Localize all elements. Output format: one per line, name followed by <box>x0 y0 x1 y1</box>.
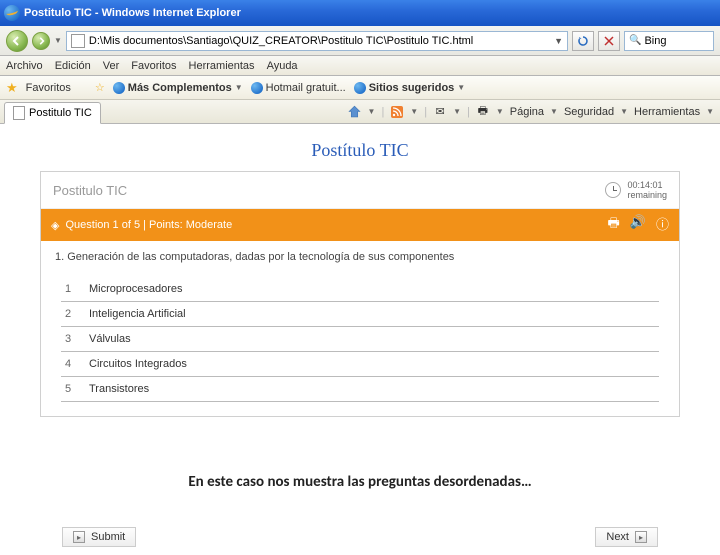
mail-icon[interactable]: ✉ <box>433 105 447 119</box>
address-input[interactable] <box>89 35 550 47</box>
answer-row[interactable]: 1 Microprocesadores <box>61 277 659 302</box>
quiz-main-title: Postítulo TIC <box>40 140 680 161</box>
ie-mini-icon <box>354 82 366 94</box>
ie-mini-icon <box>251 82 263 94</box>
question-counter: Question 1 of 5 | Points: Moderate <box>65 219 232 231</box>
next-button[interactable]: Next ▸ <box>595 527 658 547</box>
chevron-down-icon: ▼ <box>235 83 243 92</box>
chevron-down-icon[interactable]: ▼ <box>706 107 714 116</box>
answers-list: 1 Microprocesadores 2 Inteligencia Artific… <box>41 273 679 416</box>
favbar-hotmail[interactable]: Hotmail gratuit... <box>251 82 346 94</box>
submit-icon: ▸ <box>73 531 85 543</box>
timer-time: 00:14:01 <box>627 180 667 190</box>
address-bar[interactable]: ▼ <box>66 31 568 51</box>
search-input[interactable] <box>644 35 704 47</box>
print-icon[interactable]: 🖶 <box>476 105 490 119</box>
chevron-down-icon[interactable]: ▼ <box>453 107 461 116</box>
answer-row[interactable]: 3 Válvulas <box>61 327 659 352</box>
clock-icon <box>605 182 621 198</box>
home-icon[interactable] <box>348 105 362 119</box>
menu-edicion[interactable]: Edición <box>55 60 91 72</box>
favorites-bar: ★ Favoritos ☆ Más Complementos ▼ Hotmail… <box>0 76 720 100</box>
cmd-seguridad[interactable]: Seguridad <box>564 106 614 118</box>
answer-row[interactable]: 4 Circuitos Integrados <box>61 352 659 377</box>
window-title: Postitulo TIC - Windows Internet Explore… <box>24 7 716 19</box>
answer-num: 4 <box>65 358 79 370</box>
tab-postitulo[interactable]: Postitulo TIC <box>4 102 101 124</box>
page-icon <box>13 106 25 120</box>
timer-label: remaining <box>627 190 667 200</box>
quiz-footer: ▸ Submit Next ▸ <box>40 521 680 555</box>
quiz-container: Postitulo TIC 00:14:01 remaining ◈ Quest… <box>40 171 680 417</box>
search-box[interactable]: 🔍 <box>624 31 714 51</box>
back-button[interactable] <box>6 30 28 52</box>
quiz-header: Postitulo TIC 00:14:01 remaining <box>41 172 679 209</box>
menu-ver[interactable]: Ver <box>103 60 120 72</box>
answer-text: Válvulas <box>89 333 131 345</box>
add-fav-icon[interactable]: ☆ <box>95 81 105 94</box>
favbar-mas-complementos[interactable]: Más Complementos ▼ <box>113 82 243 94</box>
chevron-down-icon[interactable]: ▼ <box>410 107 418 116</box>
marker-icon: ◈ <box>51 219 59 232</box>
refresh-button[interactable] <box>572 31 594 51</box>
address-dropdown-icon[interactable]: ▼ <box>554 36 563 46</box>
favbar-hotmail-label: Hotmail gratuit... <box>266 82 346 94</box>
answer-num: 2 <box>65 308 79 320</box>
chevron-down-icon[interactable]: ▼ <box>550 107 558 116</box>
favbar-mas-label: Más Complementos <box>128 82 232 94</box>
menu-bar: Archivo Edición Ver Favoritos Herramient… <box>0 56 720 76</box>
stop-button[interactable] <box>598 31 620 51</box>
page-icon <box>71 34 85 48</box>
question-text: 1. Generación de las computadoras, dadas… <box>41 241 679 273</box>
answer-num: 1 <box>65 283 79 295</box>
feeds-icon[interactable] <box>390 105 404 119</box>
quiz-timer: 00:14:01 remaining <box>605 180 667 200</box>
favbar-sugeridos[interactable]: Sitios sugeridos ▼ <box>354 82 466 94</box>
next-icon: ▸ <box>635 531 647 543</box>
slide-caption: En este caso nos muestra las preguntas d… <box>40 473 680 491</box>
chevron-down-icon[interactable]: ▼ <box>620 107 628 116</box>
favorites-label[interactable]: Favoritos <box>26 82 71 94</box>
answer-text: Inteligencia Artificial <box>89 308 186 320</box>
answer-row[interactable]: 5 Transistores <box>61 377 659 402</box>
chevron-down-icon[interactable]: ▼ <box>368 107 376 116</box>
cmd-herramientas[interactable]: Herramientas <box>634 106 700 118</box>
ie-mini-icon <box>113 82 125 94</box>
command-bar: ▼ | ▼ | ✉▼ | 🖶 ▼ Página▼ Seguridad▼ Herr… <box>348 105 720 119</box>
chevron-down-icon[interactable]: ▼ <box>496 107 504 116</box>
sound-icon[interactable]: 🔊 <box>630 214 646 236</box>
answer-text: Microprocesadores <box>89 283 183 295</box>
ie-icon <box>4 5 20 21</box>
tab-label: Postitulo TIC <box>29 107 92 119</box>
next-label: Next <box>606 531 629 543</box>
window-titlebar: Postitulo TIC - Windows Internet Explore… <box>0 0 720 26</box>
cmd-pagina[interactable]: Página <box>510 106 544 118</box>
answer-row[interactable]: 2 Inteligencia Artificial <box>61 302 659 327</box>
favorites-star-icon[interactable]: ★ <box>6 80 18 96</box>
answer-num: 5 <box>65 383 79 395</box>
forward-button[interactable] <box>32 32 50 50</box>
answer-text: Circuitos Integrados <box>89 358 187 370</box>
answer-num: 3 <box>65 333 79 345</box>
chevron-down-icon: ▼ <box>457 83 465 92</box>
info-icon[interactable]: ⓘ <box>656 214 669 236</box>
page-content: Postítulo TIC Postitulo TIC 00:14:01 rem… <box>0 124 720 555</box>
menu-favoritos[interactable]: Favoritos <box>131 60 176 72</box>
nav-toolbar: ▼ ▼ 🔍 <box>0 26 720 56</box>
nav-history-dropdown[interactable]: ▼ <box>54 36 62 45</box>
tab-bar: Postitulo TIC ▼ | ▼ | ✉▼ | 🖶 ▼ Página▼ S… <box>0 100 720 124</box>
quiz-status-bar: ◈ Question 1 of 5 | Points: Moderate 🖶 🔊… <box>41 209 679 241</box>
search-icon: 🔍 <box>629 35 641 46</box>
quiz-subtitle: Postitulo TIC <box>53 183 127 198</box>
menu-ayuda[interactable]: Ayuda <box>267 60 298 72</box>
menu-archivo[interactable]: Archivo <box>6 60 43 72</box>
submit-button[interactable]: ▸ Submit <box>62 527 136 547</box>
menu-herramientas[interactable]: Herramientas <box>189 60 255 72</box>
print-icon[interactable]: 🖶 <box>608 214 620 236</box>
favbar-sugeridos-label: Sitios sugeridos <box>369 82 455 94</box>
submit-label: Submit <box>91 531 125 543</box>
answer-text: Transistores <box>89 383 149 395</box>
